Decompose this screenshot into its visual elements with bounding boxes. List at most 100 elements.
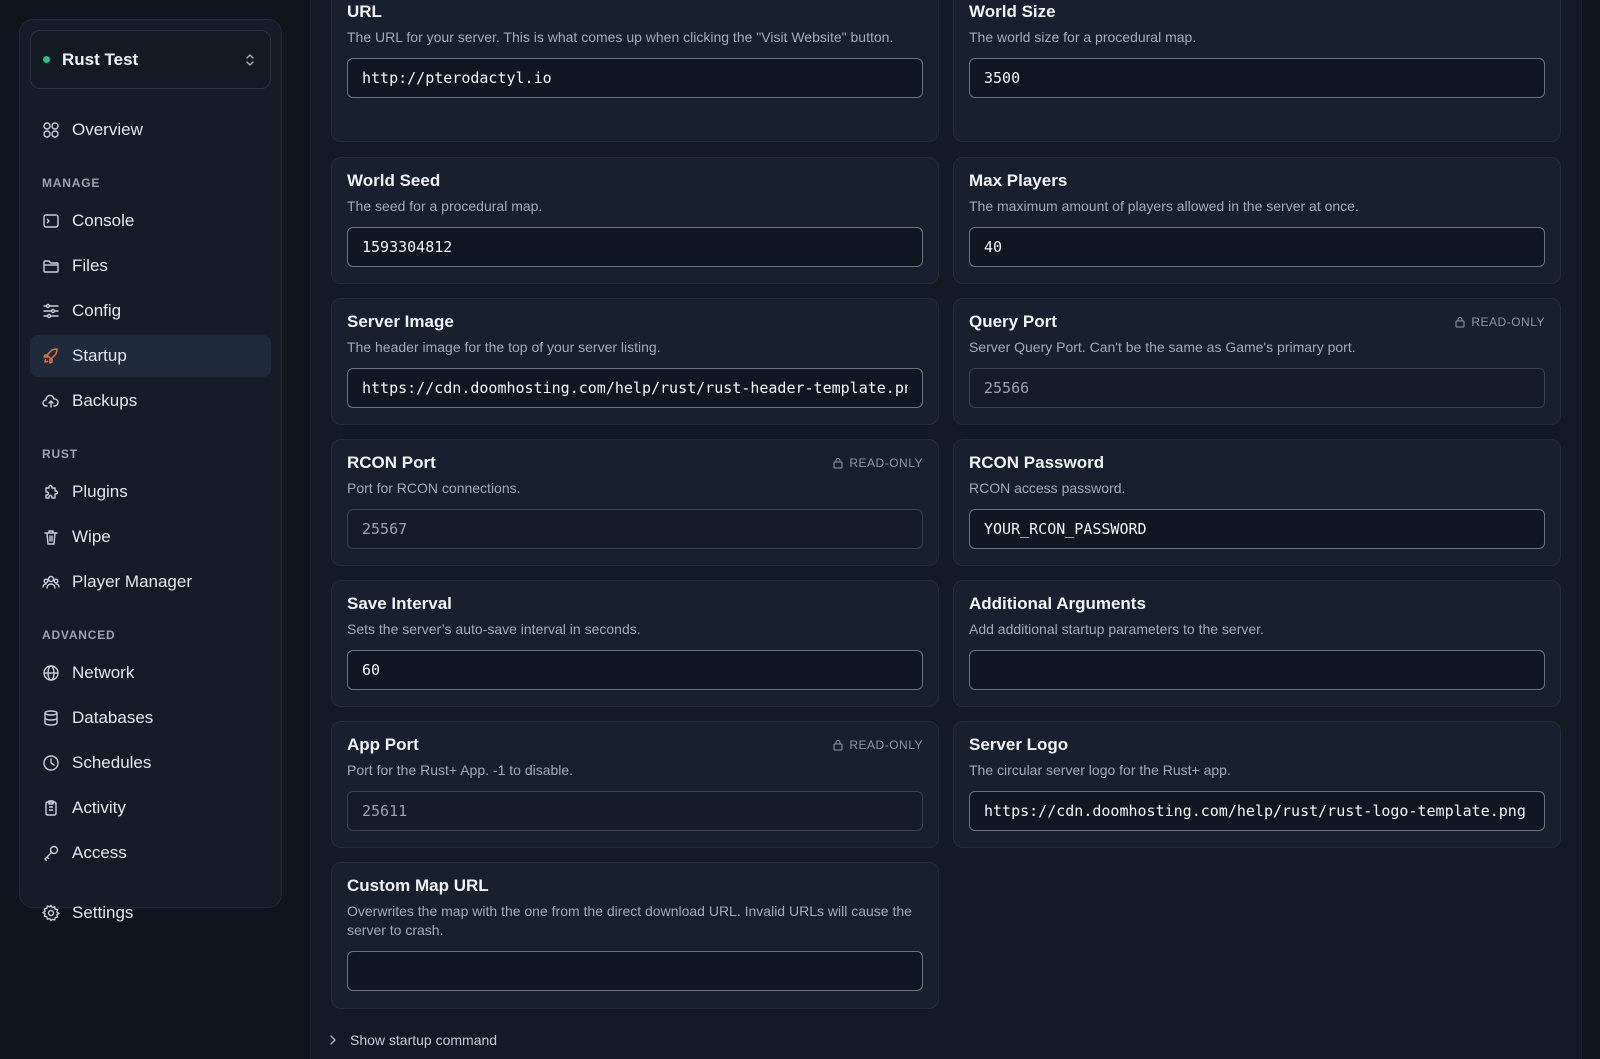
- variable-description: The world size for a procedural map.: [969, 29, 1197, 45]
- puzzle-icon: [42, 483, 60, 501]
- server-logo-input-value[interactable]: [984, 802, 1530, 820]
- variable-card-query-port: Query Port READ-ONLY Server Query Port. …: [953, 298, 1561, 425]
- world-seed-input[interactable]: [347, 227, 923, 267]
- world-size-input-value[interactable]: [984, 69, 1530, 87]
- sidebar-item-network[interactable]: Network: [30, 652, 271, 694]
- read-only-badge: READ-ONLY: [1454, 315, 1545, 329]
- sidebar-item-label: Schedules: [72, 753, 152, 772]
- variable-title: Server Logo: [969, 735, 1069, 754]
- sidebar-item-label: Databases: [72, 708, 154, 727]
- rcon-password-input-value[interactable]: [984, 520, 1530, 538]
- variable-title: RCON Port: [347, 453, 436, 472]
- variable-description: Port for the Rust+ App. -1 to disable.: [347, 762, 574, 778]
- variable-title: Query Port: [969, 312, 1057, 331]
- sidebar-item-label: Settings: [72, 903, 134, 922]
- sidebar: Rust Test Overview MANAGE Console Files …: [19, 19, 282, 922]
- read-only-label: READ-ONLY: [1471, 315, 1545, 329]
- read-only-badge: READ-ONLY: [832, 456, 923, 470]
- variable-title: Custom Map URL: [347, 876, 489, 895]
- variable-description: The circular server logo for the Rust+ a…: [969, 762, 1231, 778]
- clock-icon: [42, 754, 60, 772]
- show-startup-command-toggle[interactable]: Show startup command: [328, 1032, 497, 1048]
- query-port-input: 25566: [969, 368, 1545, 408]
- world-size-input[interactable]: [969, 58, 1545, 98]
- variable-card-app-port: App Port READ-ONLY Port for the Rust+ Ap…: [331, 721, 939, 848]
- clipboard-icon: [42, 799, 60, 817]
- sidebar-item-label: Backups: [72, 391, 138, 410]
- server-logo-input[interactable]: [969, 791, 1545, 831]
- sidebar-item-databases[interactable]: Databases: [30, 697, 271, 739]
- sidebar-item-wipe[interactable]: Wipe: [30, 516, 271, 558]
- save-interval-input-value[interactable]: [362, 661, 908, 679]
- additional-arguments-input-value[interactable]: [984, 661, 1530, 679]
- server-image-input[interactable]: [347, 368, 923, 408]
- custom-map-url-input-value[interactable]: [362, 962, 908, 980]
- variable-card-server-logo: Server Logo The circular server logo for…: [953, 721, 1561, 848]
- query-port-value: 25566: [984, 379, 1030, 397]
- variable-card-world-size: World Size The world size for a procedur…: [953, 0, 1561, 142]
- sidebar-item-files[interactable]: Files: [30, 245, 271, 287]
- server-name: Rust Test: [62, 49, 139, 69]
- world-seed-input-value[interactable]: [362, 238, 908, 256]
- variable-card-max-players: Max Players The maximum amount of player…: [953, 157, 1561, 284]
- rcon-port-value: 25567: [362, 520, 408, 538]
- server-selector[interactable]: Rust Test: [30, 30, 271, 89]
- read-only-label: READ-ONLY: [849, 738, 923, 752]
- url-input-value[interactable]: [362, 69, 908, 87]
- rcon-port-input: 25567: [347, 509, 923, 549]
- sidebar-nav: Overview MANAGE Console Files Config Sta…: [30, 109, 271, 934]
- variable-description: Server Query Port. Can't be the same as …: [969, 339, 1356, 355]
- sidebar-item-backups[interactable]: Backups: [30, 380, 271, 422]
- sidebar-item-startup[interactable]: Startup: [30, 335, 271, 377]
- variable-description: Add additional startup parameters to the…: [969, 621, 1264, 637]
- sidebar-item-config[interactable]: Config: [30, 290, 271, 332]
- variable-description: The header image for the top of your ser…: [347, 339, 661, 355]
- variable-title: Max Players: [969, 171, 1068, 190]
- lock-icon: [833, 457, 843, 469]
- variable-title: URL: [347, 2, 382, 21]
- sidebar-item-label: Startup: [72, 346, 127, 365]
- max-players-input-value[interactable]: [984, 238, 1530, 256]
- variable-title: Save Interval: [347, 594, 452, 613]
- sidebar-item-activity[interactable]: Activity: [30, 787, 271, 829]
- url-input[interactable]: [347, 58, 923, 98]
- section-label-advanced: ADVANCED: [42, 628, 116, 642]
- section-label-manage: MANAGE: [42, 176, 101, 190]
- custom-map-url-input[interactable]: [347, 951, 923, 991]
- max-players-input[interactable]: [969, 227, 1545, 267]
- sidebar-item-overview[interactable]: Overview: [30, 109, 271, 151]
- cloud-upload-icon: [42, 392, 60, 410]
- sidebar-item-settings[interactable]: Settings: [30, 892, 271, 934]
- sidebar-item-label: Config: [72, 301, 122, 320]
- rcon-password-input[interactable]: [969, 509, 1545, 549]
- folder-icon: [42, 257, 60, 275]
- additional-arguments-input[interactable]: [969, 650, 1545, 690]
- lock-icon: [833, 739, 843, 751]
- chevron-right-icon: [330, 1035, 336, 1045]
- variable-card-rcon-port: RCON Port READ-ONLY Port for RCON connec…: [331, 439, 939, 566]
- variable-description: Sets the server’s auto-save interval in …: [347, 621, 641, 637]
- sidebar-item-player-manager[interactable]: Player Manager: [30, 561, 271, 603]
- save-interval-input[interactable]: [347, 650, 923, 690]
- variable-title: World Seed: [347, 171, 441, 190]
- sidebar-item-plugins[interactable]: Plugins: [30, 471, 271, 513]
- sidebar-item-schedules[interactable]: Schedules: [30, 742, 271, 784]
- sidebar-item-label: Wipe: [72, 527, 111, 546]
- variable-description: The URL for your server. This is what co…: [347, 29, 894, 45]
- sidebar-item-console[interactable]: Console: [30, 200, 271, 242]
- grid-icon: [42, 121, 60, 139]
- rocket-icon: [42, 347, 60, 365]
- variable-title: RCON Password: [969, 453, 1105, 472]
- variable-card-server-image: Server Image The header image for the to…: [331, 298, 939, 425]
- globe-icon: [42, 664, 60, 682]
- variable-title: Additional Arguments: [969, 594, 1146, 613]
- variable-card-url: URL The URL for your server. This is wha…: [331, 0, 939, 142]
- variable-card-world-seed: World Seed The seed for a procedural map…: [331, 157, 939, 284]
- server-image-input-value[interactable]: [362, 379, 908, 397]
- sidebar-item-label: Activity: [72, 798, 126, 817]
- sidebar-item-access[interactable]: Access: [30, 832, 271, 874]
- server-status-dot: [43, 56, 50, 63]
- section-label-rust: RUST: [42, 447, 78, 461]
- terminal-icon: [42, 212, 60, 230]
